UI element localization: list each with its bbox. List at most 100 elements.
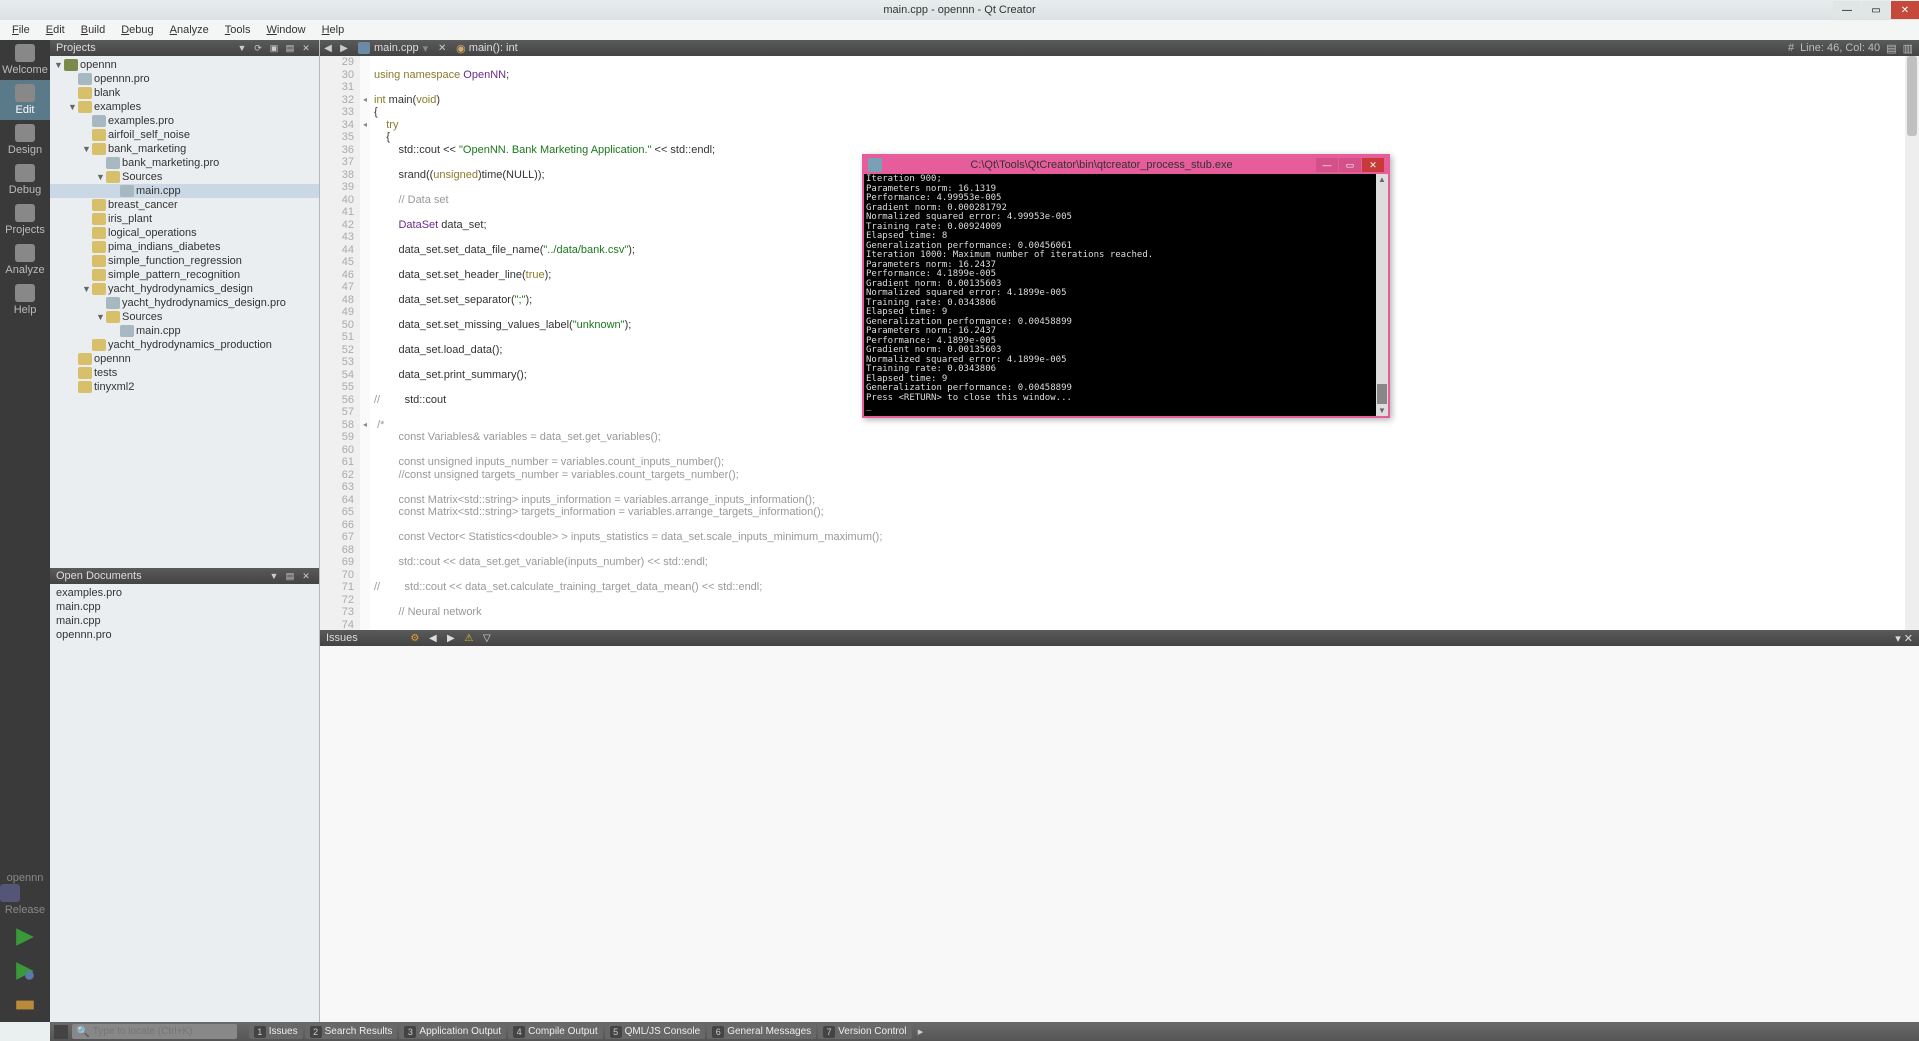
collapse-icon[interactable]: ▣: [267, 42, 281, 54]
opendocs-split-icon[interactable]: ▤: [283, 570, 297, 582]
tree-item[interactable]: ▼Sources: [50, 310, 319, 324]
chevron-down-icon[interactable]: ▾: [423, 42, 429, 55]
close-button[interactable]: ✕: [1891, 1, 1919, 19]
tree-item[interactable]: airfoil_self_noise: [50, 128, 319, 142]
sync-icon[interactable]: ⟳: [251, 42, 265, 54]
tree-item[interactable]: tests: [50, 366, 319, 380]
locator-input[interactable]: [93, 1026, 233, 1037]
mode-analyze[interactable]: Analyze: [0, 240, 50, 280]
tree-item[interactable]: yacht_hydrodynamics_production: [50, 338, 319, 352]
issues-header: Issues ⚙ ◀ ▶ ⚠ ▽ ▾ ✕: [320, 630, 1919, 646]
tree-item[interactable]: ▼examples: [50, 100, 319, 114]
tree-item[interactable]: bank_marketing.pro: [50, 156, 319, 170]
nav-back-icon[interactable]: ◀: [320, 41, 336, 55]
tree-item[interactable]: ▼Sources: [50, 170, 319, 184]
menu-edit[interactable]: Edit: [38, 22, 73, 38]
run-debug-button[interactable]: [14, 960, 36, 982]
output-tab-search-results[interactable]: 2Search Results: [305, 1024, 398, 1039]
output-tab-general-messages[interactable]: 6General Messages: [707, 1024, 816, 1039]
tree-item[interactable]: examples.pro: [50, 114, 319, 128]
mode-help[interactable]: Help: [0, 280, 50, 320]
next-issue-icon[interactable]: ▶: [444, 632, 458, 644]
open-doc-item[interactable]: main.cpp: [50, 614, 319, 628]
console-minimize-button[interactable]: —: [1316, 158, 1338, 172]
open-doc-item[interactable]: opennn.pro: [50, 628, 319, 642]
menu-analyze[interactable]: Analyze: [162, 22, 217, 38]
locator[interactable]: 🔍: [72, 1024, 237, 1039]
tree-item[interactable]: opennn.pro: [50, 72, 319, 86]
console-close-button[interactable]: ✕: [1362, 158, 1384, 172]
filter-icon[interactable]: ▼: [235, 42, 249, 54]
minimize-button[interactable]: —: [1833, 1, 1861, 19]
tree-item[interactable]: main.cpp: [50, 324, 319, 338]
tree-item[interactable]: ▼opennn: [50, 58, 319, 72]
console-scroll-thumb[interactable]: [1377, 384, 1387, 404]
tree-item[interactable]: main.cpp: [50, 184, 319, 198]
kit-selector[interactable]: opennn Release: [0, 868, 50, 920]
close-panel-icon[interactable]: ✕: [299, 42, 313, 54]
menu-tools[interactable]: Tools: [217, 22, 259, 38]
build-button[interactable]: [14, 994, 36, 1016]
opendocs-menu-icon[interactable]: ▼: [267, 570, 281, 582]
maximize-button[interactable]: ▭: [1862, 1, 1890, 19]
tree-item[interactable]: pima_indians_diabetes: [50, 240, 319, 254]
mode-design[interactable]: Design: [0, 120, 50, 160]
build-icon[interactable]: ⚙: [408, 632, 422, 644]
tree-item[interactable]: simple_function_regression: [50, 254, 319, 268]
output-tab-version-control[interactable]: 7Version Control: [818, 1024, 911, 1039]
editor-scrollbar[interactable]: [1905, 56, 1919, 630]
encoding-icon[interactable]: ▤: [1886, 42, 1896, 55]
tree-item[interactable]: blank: [50, 86, 319, 100]
output-tab-qml-js-console[interactable]: 5QML/JS Console: [605, 1024, 706, 1039]
console-titlebar[interactable]: C:\Qt\Tools\QtCreator\bin\qtcreator_proc…: [864, 156, 1388, 174]
sidebar-toggle-icon[interactable]: [54, 1025, 68, 1039]
project-tree[interactable]: ▼opennnopennn.problank▼examplesexamples.…: [50, 56, 319, 568]
mode-edit[interactable]: Edit: [0, 80, 50, 120]
more-tabs-icon[interactable]: ▸: [914, 1025, 928, 1038]
split-editor-icon[interactable]: ▥: [1903, 42, 1913, 55]
open-doc-item[interactable]: examples.pro: [50, 586, 319, 600]
symbol-combo[interactable]: ◉ main(): int: [450, 40, 524, 56]
tree-item[interactable]: logical_operations: [50, 226, 319, 240]
run-button[interactable]: [14, 926, 36, 948]
console-scrollbar[interactable]: ▲ ▼: [1376, 174, 1388, 416]
menu-debug[interactable]: Debug: [113, 22, 161, 38]
open-doc-item[interactable]: main.cpp: [50, 600, 319, 614]
console-window[interactable]: C:\Qt\Tools\QtCreator\bin\qtcreator_proc…: [862, 154, 1390, 418]
scrollbar-thumb[interactable]: [1907, 56, 1917, 136]
tree-item[interactable]: ▼yacht_hydrodynamics_design: [50, 282, 319, 296]
tab-close-icon[interactable]: ✕: [434, 41, 450, 55]
output-tab-application-output[interactable]: 3Application Output: [399, 1024, 506, 1039]
menu-file[interactable]: File: [4, 22, 38, 38]
tree-item[interactable]: yacht_hydrodynamics_design.pro: [50, 296, 319, 310]
console-maximize-button[interactable]: ▭: [1339, 158, 1361, 172]
issues-close-icon[interactable]: ✕: [1904, 632, 1913, 645]
warning-filter-icon[interactable]: ⚠: [462, 632, 476, 644]
scroll-up-icon[interactable]: ▲: [1376, 174, 1388, 185]
tree-item[interactable]: opennn: [50, 352, 319, 366]
mode-debug[interactable]: Debug: [0, 160, 50, 200]
mode-projects[interactable]: Projects: [0, 200, 50, 240]
tree-item[interactable]: breast_cancer: [50, 198, 319, 212]
filter-icon[interactable]: ▽: [480, 632, 494, 644]
nav-forward-icon[interactable]: ▶: [336, 41, 352, 55]
sidebar-toggle-icon[interactable]: #: [1788, 42, 1794, 54]
menu-help[interactable]: Help: [314, 22, 353, 38]
editor-tab[interactable]: main.cpp ▾: [352, 40, 434, 56]
output-tab-compile-output[interactable]: 4Compile Output: [508, 1024, 602, 1039]
open-documents-list[interactable]: examples.promain.cppmain.cppopennn.pro: [50, 584, 319, 644]
issues-min-icon[interactable]: ▾: [1895, 632, 1901, 645]
tree-item[interactable]: simple_pattern_recognition: [50, 268, 319, 282]
output-tab-issues[interactable]: 1Issues: [249, 1024, 303, 1039]
prev-issue-icon[interactable]: ◀: [426, 632, 440, 644]
fold-column[interactable]: ◂◂◂: [360, 56, 370, 630]
scroll-down-icon[interactable]: ▼: [1376, 405, 1388, 416]
tree-item[interactable]: ▼bank_marketing: [50, 142, 319, 156]
opendocs-close-icon[interactable]: ✕: [299, 570, 313, 582]
tree-item[interactable]: iris_plant: [50, 212, 319, 226]
menu-window[interactable]: Window: [258, 22, 313, 38]
mode-welcome[interactable]: Welcome: [0, 40, 50, 80]
split-icon[interactable]: ▤: [283, 42, 297, 54]
tree-item[interactable]: tinyxml2: [50, 380, 319, 394]
menu-build[interactable]: Build: [73, 22, 113, 38]
